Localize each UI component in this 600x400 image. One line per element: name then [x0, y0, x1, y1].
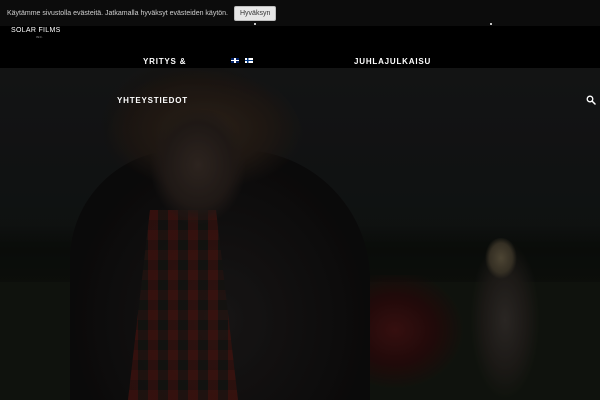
- flag-en-icon[interactable]: [231, 58, 239, 63]
- cookie-notice: Käytämme sivustolla evästeitä. Jatkamall…: [0, 0, 600, 26]
- flag-fi-icon[interactable]: [245, 58, 253, 63]
- logo-suffix: INC.: [36, 35, 44, 39]
- nav-separator-dot: [490, 23, 492, 25]
- site-header: [0, 26, 600, 68]
- logo-wordmark: SOLAR FILMS: [11, 27, 61, 34]
- nav-item-contact[interactable]: YHTEYSTIEDOT: [117, 96, 188, 105]
- search-icon[interactable]: [586, 95, 596, 105]
- nav-item-anniversary[interactable]: JUHLAJULKAISU: [354, 57, 431, 66]
- nav-separator-dot: [254, 23, 256, 25]
- cookie-notice-text: Käytämme sivustolla evästeitä. Jatkamall…: [7, 9, 228, 17]
- nav-item-company[interactable]: YRITYS &: [143, 57, 186, 66]
- cookie-accept-button[interactable]: Hyväksyn: [234, 5, 277, 21]
- site-logo[interactable]: SOLAR FILMS INC.: [11, 27, 71, 39]
